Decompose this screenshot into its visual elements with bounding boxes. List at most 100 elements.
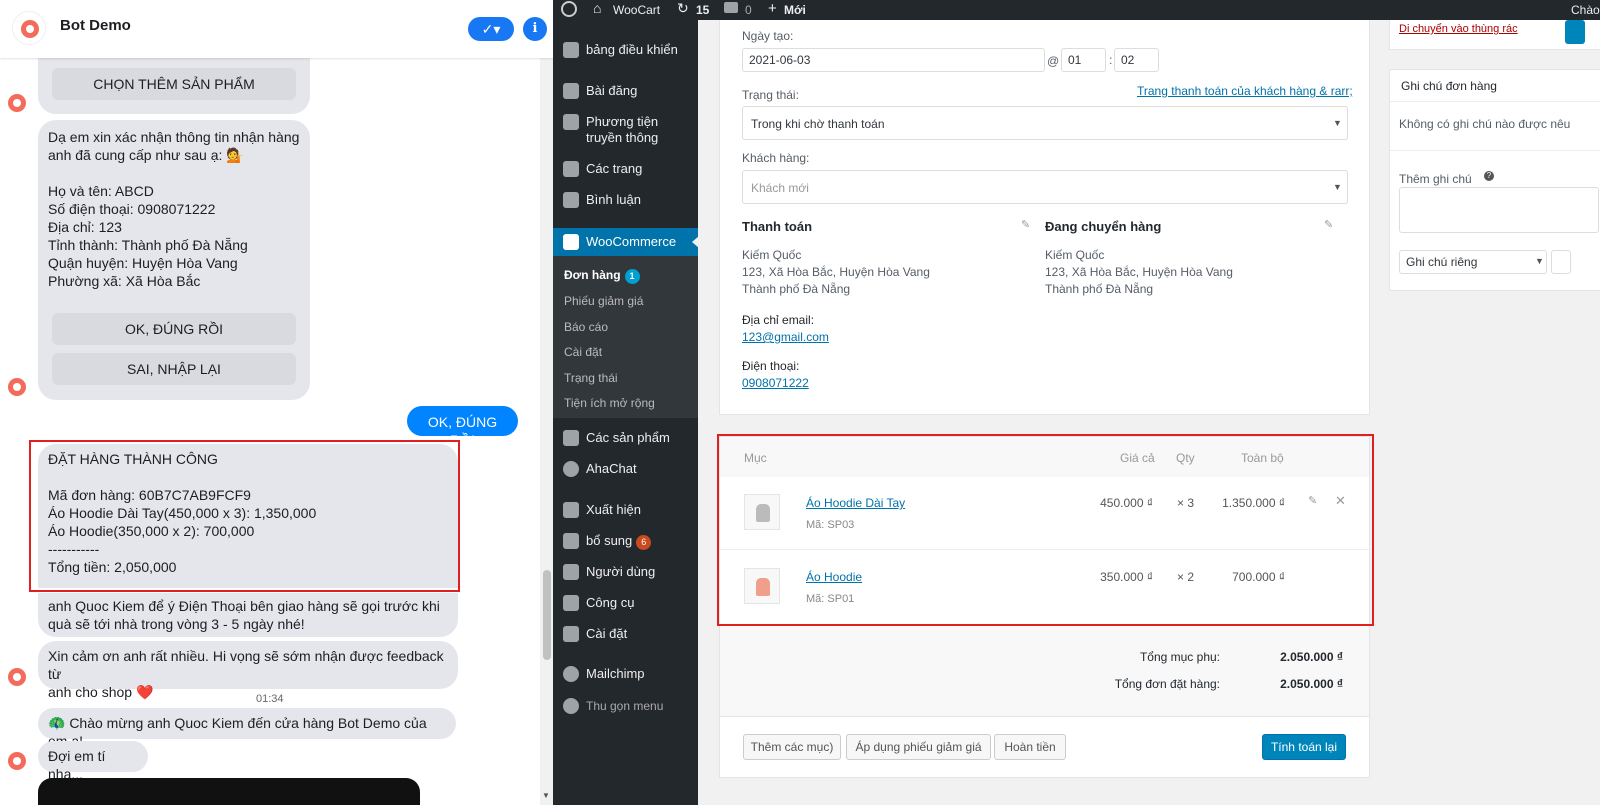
- chat-scroll-thumb[interactable]: [543, 570, 551, 660]
- add-items-button[interactable]: Thêm các mục): [743, 734, 841, 760]
- notes-divider: [1390, 150, 1600, 151]
- choose-more-button[interactable]: CHỌN THÊM SẢN PHẨM: [52, 68, 296, 100]
- update-button-edge[interactable]: [1565, 20, 1585, 44]
- wait-bubble: Đợi em tí nha...: [38, 741, 148, 782]
- wordpress-logo-icon[interactable]: [561, 1, 577, 17]
- highlight-frame: [717, 434, 1374, 626]
- edit-billing-pencil-icon[interactable]: ✎: [1021, 218, 1030, 231]
- subtotal-label: Tổng mục phụ:: [1139, 650, 1220, 664]
- order-hour-input[interactable]: 01: [1061, 48, 1106, 72]
- user-reply-bubble: OK, ĐÚNG RỒI: [407, 406, 518, 448]
- bot-icon: [8, 94, 26, 112]
- mailchimp-icon: [563, 666, 579, 682]
- info-icon[interactable]: i: [523, 17, 547, 41]
- user-icon: [563, 564, 579, 580]
- brush-icon: [563, 502, 579, 518]
- notes-divider: [1390, 101, 1600, 102]
- bot-icon: [8, 752, 26, 770]
- bot-avatar[interactable]: [12, 11, 46, 45]
- settings-icon: [563, 626, 579, 642]
- mark-done-button[interactable]: ✓▾: [468, 17, 514, 41]
- no-notes-text: Không có ghi chú nào được nêu: [1399, 117, 1571, 131]
- box-icon: [563, 430, 579, 446]
- woocommerce-icon: [563, 234, 579, 250]
- at-sign: @: [1047, 54, 1060, 68]
- chevron-down-icon: ▼: [1535, 256, 1544, 266]
- billing-address: Kiếm Quốc 123, Xã Hòa Bắc, Huyện Hòa Van…: [742, 248, 930, 296]
- add-note-button-edge[interactable]: [1551, 250, 1571, 274]
- delivery-bubble: anh Quoc Kiem để ý Điện Thoại bên giao h…: [38, 593, 458, 637]
- admin-bar: ⌂ WooCart ↻ 15 0 + Mới Chào: [553, 0, 1600, 20]
- order-status-select[interactable]: Trong khi chờ thanh toán: [742, 106, 1348, 140]
- updates-count[interactable]: 15: [696, 3, 709, 17]
- order-minute-input[interactable]: 02: [1114, 48, 1159, 72]
- media-card: [38, 778, 420, 805]
- submenu-reports[interactable]: Báo cáo: [564, 320, 608, 334]
- ahachat-icon: [563, 461, 579, 477]
- highlight-frame: [29, 440, 460, 592]
- pages-icon: [563, 161, 579, 177]
- submenu-settings[interactable]: Cài đặt: [564, 345, 602, 359]
- move-to-trash-link[interactable]: Di chuyển vào thùng rác: [1399, 23, 1518, 35]
- chat-title[interactable]: Bot Demo: [60, 17, 131, 34]
- phone-label: Điện thoại:: [742, 359, 800, 373]
- ok-correct-button[interactable]: OK, ĐÚNG RỒI: [52, 313, 296, 345]
- orders-count-badge: 1: [624, 269, 640, 284]
- bot-icon: [8, 668, 26, 686]
- comment-bubble-icon: [563, 192, 579, 208]
- comments-icon[interactable]: [724, 2, 738, 13]
- messenger-pane: Bot Demo ✓▾ i CHỌN THÊM SẢN PHẨM Dạ em x…: [0, 0, 553, 805]
- email-label: Địa chỉ email:: [742, 313, 815, 327]
- thanks-bubble: Xin cảm ơn anh rất nhiều. Hi vọng sẽ sớm…: [38, 641, 458, 700]
- add-note-textarea[interactable]: [1399, 187, 1599, 233]
- edit-shipping-pencil-icon[interactable]: ✎: [1324, 218, 1333, 231]
- submenu-coupons[interactable]: Phiếu giảm giá: [564, 294, 643, 308]
- collapse-icon: [563, 698, 579, 714]
- order-notes-title: Ghi chú đơn hàng: [1401, 79, 1497, 93]
- updates-icon[interactable]: ↻: [677, 0, 689, 17]
- plugins-count-badge: 6: [636, 535, 652, 550]
- order-data-panel: [719, 20, 1370, 415]
- refund-button[interactable]: Hoàn tiền: [994, 734, 1066, 760]
- plug-icon: [563, 533, 579, 549]
- help-icon[interactable]: ?: [1484, 171, 1494, 181]
- submenu-orders[interactable]: Đơn hàng 1: [564, 268, 640, 284]
- message-timestamp: 01:34: [256, 693, 284, 705]
- add-note-label: Thêm ghi chú: [1399, 172, 1472, 186]
- shipping-address: Kiếm Quốc 123, Xã Hòa Bắc, Huyện Hòa Van…: [1045, 248, 1233, 296]
- note-type-select[interactable]: Ghi chú riêng: [1399, 250, 1547, 274]
- chevron-down-icon: ▼: [1333, 118, 1342, 128]
- submenu-status[interactable]: Trạng thái: [564, 371, 618, 385]
- chevron-down-icon: ▼: [1333, 182, 1342, 192]
- date-created-label: Ngày tạo:: [742, 29, 794, 43]
- customer-select[interactable]: Khách mới: [742, 170, 1348, 204]
- time-colon: :: [1109, 53, 1113, 67]
- billing-heading: Thanh toán: [742, 219, 813, 234]
- email-link[interactable]: 123@gmail.com: [742, 330, 829, 344]
- chat-header: Bot Demo ✓▾ i: [0, 0, 553, 58]
- comments-count[interactable]: 0: [745, 3, 752, 17]
- wordpress-pane: ⌂ WooCart ↻ 15 0 + Mới Chào bảng điều kh…: [553, 0, 1600, 805]
- wrench-icon: [563, 595, 579, 611]
- welcome-bubble: 🦚 Chào mừng anh Quoc Kiem đến cửa hàng B…: [38, 708, 456, 749]
- order-date-input[interactable]: 2021-06-03: [742, 48, 1045, 72]
- media-icon: [563, 114, 579, 130]
- apply-coupon-button[interactable]: Áp dụng phiếu giảm giá: [846, 734, 991, 760]
- shipping-heading: Đang chuyển hàng: [1045, 219, 1162, 234]
- recalculate-button[interactable]: Tính toán lại: [1262, 734, 1346, 760]
- wrong-reenter-button[interactable]: SAI, NHẬP LẠI: [52, 353, 296, 385]
- dashboard-icon: [563, 42, 579, 58]
- customer-payment-page-link[interactable]: Trang thanh toán của khách hàng & rarr;: [1137, 84, 1353, 98]
- status-label: Trạng thái:: [742, 88, 799, 102]
- chat-scrollbar[interactable]: [540, 58, 553, 805]
- howdy-greeting[interactable]: Chào: [1571, 3, 1600, 17]
- new-content-link[interactable]: Mới: [784, 3, 806, 17]
- totals-area: [720, 627, 1369, 717]
- phone-link[interactable]: 0908071222: [742, 376, 809, 390]
- plus-icon[interactable]: +: [768, 0, 777, 17]
- submenu-extensions[interactable]: Tiện ích mở rộng: [564, 396, 655, 410]
- home-icon[interactable]: ⌂: [593, 0, 601, 16]
- site-name[interactable]: WooCart: [613, 3, 660, 17]
- scroll-down-arrow[interactable]: ▼: [542, 791, 550, 800]
- bot-icon: [8, 378, 26, 396]
